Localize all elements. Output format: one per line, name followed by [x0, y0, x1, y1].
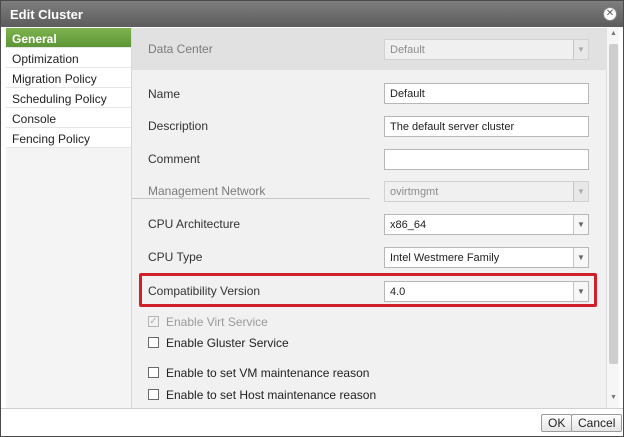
- sidebar-item-general[interactable]: General: [6, 28, 131, 48]
- enable-virt-label: Enable Virt Service: [166, 315, 268, 329]
- cpu-architecture-select[interactable]: x86_64 ▼: [384, 214, 589, 235]
- cancel-button[interactable]: Cancel: [571, 414, 623, 432]
- description-label: Description: [148, 119, 209, 133]
- cpu-type-value: Intel Westmere Family: [390, 252, 500, 264]
- sidebar-item-fencing-policy[interactable]: Fencing Policy: [6, 128, 131, 148]
- management-network-value: ovirtmgmt: [390, 186, 439, 198]
- cpu-type-label: CPU Type: [148, 250, 203, 264]
- description-input[interactable]: The default server cluster: [384, 116, 589, 137]
- data-center-select: Default ▼: [384, 39, 589, 60]
- data-center-value: Default: [390, 44, 425, 56]
- sidebar-item-scheduling-policy[interactable]: Scheduling Policy: [6, 88, 131, 108]
- edit-cluster-dialog: Edit Cluster ✕ General Optimization Migr…: [0, 0, 624, 437]
- chevron-down-icon: ▼: [573, 40, 588, 59]
- sidebar-item-migration-policy[interactable]: Migration Policy: [6, 68, 131, 88]
- management-network-divider: [132, 198, 370, 199]
- management-network-select: ovirtmgmt ▼: [384, 181, 589, 202]
- name-input[interactable]: Default: [384, 83, 589, 104]
- dialog-titlebar: Edit Cluster ✕: [1, 1, 623, 27]
- management-network-label: Management Network: [148, 184, 266, 198]
- vm-maintenance-reason-label: Enable to set VM maintenance reason: [166, 366, 370, 380]
- scroll-thumb[interactable]: [609, 44, 618, 364]
- cpu-architecture-label: CPU Architecture: [148, 217, 241, 231]
- compatibility-version-highlight: [139, 273, 597, 307]
- ok-button[interactable]: OK: [541, 414, 573, 432]
- name-label: Name: [148, 87, 181, 101]
- host-maintenance-reason-label: Enable to set Host maintenance reason: [166, 388, 377, 402]
- cpu-type-select[interactable]: Intel Westmere Family ▼: [384, 247, 589, 268]
- sidebar-item-optimization[interactable]: Optimization: [6, 48, 131, 68]
- vm-maintenance-reason-checkbox[interactable]: [148, 367, 159, 378]
- sidebar-item-console[interactable]: Console: [6, 108, 131, 128]
- chevron-down-icon[interactable]: ▼: [573, 215, 588, 234]
- comment-input[interactable]: [384, 149, 589, 170]
- scroll-down-icon[interactable]: ▼: [609, 394, 618, 404]
- content-scrollbar[interactable]: ▲ ▼: [606, 28, 619, 408]
- host-maintenance-reason-checkbox[interactable]: [148, 389, 159, 400]
- enable-gluster-label: Enable Gluster Service: [166, 336, 289, 350]
- close-icon[interactable]: ✕: [603, 7, 617, 21]
- data-center-row: Data Center Default ▼: [132, 28, 606, 70]
- chevron-down-icon: ▼: [573, 182, 588, 201]
- enable-gluster-checkbox[interactable]: [148, 337, 159, 348]
- enable-virt-checkbox: ✓: [148, 316, 159, 327]
- dialog-footer: OK Cancel: [1, 408, 623, 436]
- comment-label: Comment: [148, 152, 201, 166]
- cpu-architecture-value: x86_64: [390, 219, 427, 231]
- dialog-title: Edit Cluster: [10, 7, 83, 22]
- chevron-down-icon[interactable]: ▼: [573, 248, 588, 267]
- general-panel: Data Center Default ▼ Name Default Descr…: [132, 28, 606, 408]
- sidebar: General Optimization Migration Policy Sc…: [6, 28, 132, 408]
- scroll-up-icon[interactable]: ▲: [609, 30, 618, 40]
- data-center-label: Data Center: [148, 42, 213, 56]
